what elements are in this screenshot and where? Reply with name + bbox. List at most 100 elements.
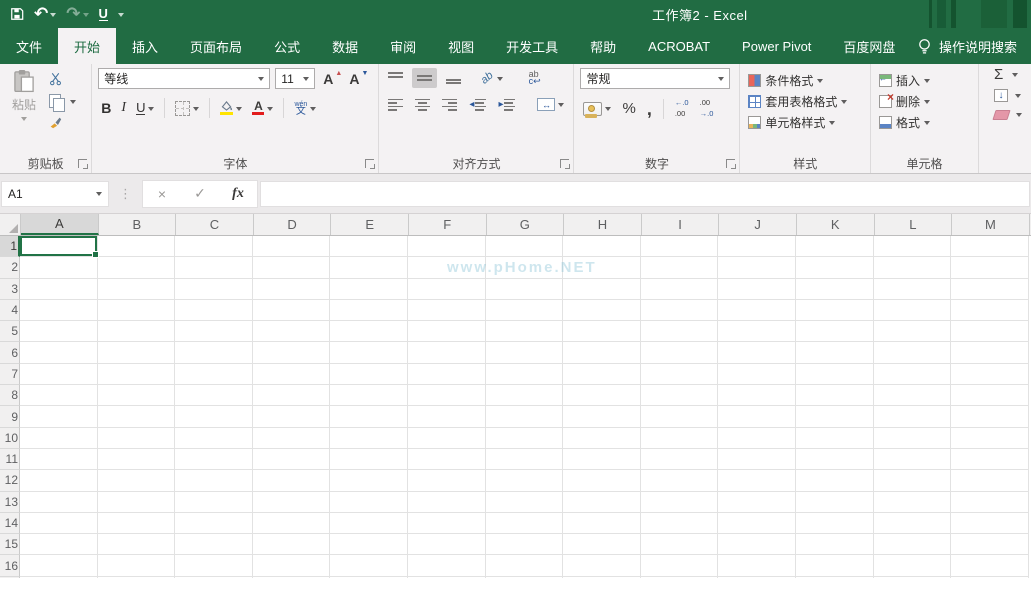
cell-m2[interactable]	[951, 257, 1029, 278]
cell-c11[interactable]	[175, 449, 253, 470]
bottom-align-button[interactable]	[443, 70, 464, 86]
row-header-7[interactable]: 7	[0, 364, 20, 385]
cell-i2[interactable]	[641, 257, 719, 278]
cell-l3[interactable]	[874, 279, 952, 300]
cell-g16[interactable]	[486, 555, 564, 576]
row-header-16[interactable]: 16	[0, 555, 20, 576]
cell-l17[interactable]	[874, 577, 952, 578]
cell-a12[interactable]	[20, 470, 98, 491]
cell-i8[interactable]	[641, 385, 719, 406]
cell-c16[interactable]	[175, 555, 253, 576]
cell-j6[interactable]	[718, 342, 796, 363]
cell-i16[interactable]	[641, 555, 719, 576]
cell-g8[interactable]	[486, 385, 564, 406]
cell-f11[interactable]	[408, 449, 486, 470]
cell-b16[interactable]	[98, 555, 176, 576]
tab-baidu-netdisk[interactable]: 百度网盘	[827, 28, 911, 64]
cell-g4[interactable]	[486, 300, 564, 321]
insert-function-button[interactable]: fx	[219, 186, 257, 202]
column-header-b[interactable]: B	[99, 214, 177, 235]
cell-c5[interactable]	[175, 321, 253, 342]
cell-a14[interactable]	[20, 513, 98, 534]
cell-l2[interactable]	[874, 257, 952, 278]
cell-i17[interactable]	[641, 577, 719, 578]
cell-f8[interactable]	[408, 385, 486, 406]
cell-f2[interactable]	[408, 257, 486, 278]
cell-g3[interactable]	[486, 279, 564, 300]
customize-qat-icon[interactable]	[118, 13, 124, 20]
cell-e9[interactable]	[330, 406, 408, 427]
row-header-17[interactable]: 17	[0, 577, 20, 578]
cell-l7[interactable]	[874, 364, 952, 385]
cell-c7[interactable]	[175, 364, 253, 385]
cell-m11[interactable]	[951, 449, 1029, 470]
paste-button[interactable]: 粘贴	[6, 68, 42, 131]
cell-h3[interactable]	[563, 279, 641, 300]
column-header-d[interactable]: D	[254, 214, 332, 235]
redo-button[interactable]: ↷	[66, 7, 88, 21]
cell-b13[interactable]	[98, 492, 176, 513]
cell-f9[interactable]	[408, 406, 486, 427]
cell-m15[interactable]	[951, 534, 1029, 555]
cell-m4[interactable]	[951, 300, 1029, 321]
cell-h2[interactable]	[563, 257, 641, 278]
chevron-down-icon[interactable]	[50, 13, 56, 20]
cell-d8[interactable]	[253, 385, 331, 406]
cell-c10[interactable]	[175, 428, 253, 449]
cell-c8[interactable]	[175, 385, 253, 406]
decrease-font-size-button[interactable]: A▼	[346, 71, 372, 87]
comma-style-button[interactable]: ,	[644, 102, 655, 116]
align-right-button[interactable]	[439, 97, 460, 113]
number-format-combo[interactable]: 常规	[580, 68, 730, 89]
cell-m3[interactable]	[951, 279, 1029, 300]
cell-c2[interactable]	[175, 257, 253, 278]
select-all-button[interactable]	[0, 214, 21, 235]
tab-power-pivot[interactable]: Power Pivot	[726, 28, 827, 64]
cell-b5[interactable]	[98, 321, 176, 342]
cell-h5[interactable]	[563, 321, 641, 342]
cell-e15[interactable]	[330, 534, 408, 555]
cell-a9[interactable]	[20, 406, 98, 427]
cell-d16[interactable]	[253, 555, 331, 576]
cell-b11[interactable]	[98, 449, 176, 470]
cell-i5[interactable]	[641, 321, 719, 342]
row-header-1[interactable]: 1	[0, 236, 20, 257]
cell-d13[interactable]	[253, 492, 331, 513]
cell-a6[interactable]	[20, 342, 98, 363]
save-icon[interactable]	[10, 7, 24, 21]
cell-d15[interactable]	[253, 534, 331, 555]
cell-d6[interactable]	[253, 342, 331, 363]
column-header-c[interactable]: C	[176, 214, 254, 235]
cut-button[interactable]	[46, 70, 79, 88]
column-header-a[interactable]: A	[21, 214, 99, 235]
dialog-launcher-icon[interactable]	[560, 159, 569, 168]
cell-f12[interactable]	[408, 470, 486, 491]
autosum-button[interactable]: Σ	[991, 65, 1025, 84]
cell-g15[interactable]	[486, 534, 564, 555]
percent-style-button[interactable]: %	[619, 98, 638, 119]
align-left-button[interactable]	[385, 97, 406, 113]
cell-i12[interactable]	[641, 470, 719, 491]
cell-h8[interactable]	[563, 385, 641, 406]
cell-i6[interactable]	[641, 342, 719, 363]
increase-indent-button[interactable]: ▸	[495, 97, 518, 113]
cell-c17[interactable]	[175, 577, 253, 578]
tab-home[interactable]: 开始	[58, 28, 116, 64]
cell-l1[interactable]	[874, 236, 952, 257]
cell-k1[interactable]	[796, 236, 874, 257]
tab-review[interactable]: 审阅	[374, 28, 432, 64]
font-size-combo[interactable]: 11	[275, 68, 315, 89]
cell-g13[interactable]	[486, 492, 564, 513]
cell-f10[interactable]	[408, 428, 486, 449]
cell-f4[interactable]	[408, 300, 486, 321]
cell-d11[interactable]	[253, 449, 331, 470]
cell-c4[interactable]	[175, 300, 253, 321]
row-header-9[interactable]: 9	[0, 406, 20, 427]
tell-me-search[interactable]: 操作说明搜索	[918, 28, 1031, 64]
cell-k9[interactable]	[796, 406, 874, 427]
conditional-formatting-button[interactable]: 条件格式	[746, 70, 864, 91]
cell-b7[interactable]	[98, 364, 176, 385]
cell-g2[interactable]	[486, 257, 564, 278]
cell-h17[interactable]	[563, 577, 641, 578]
wrap-text-button[interactable]: ab c↩	[526, 69, 544, 87]
